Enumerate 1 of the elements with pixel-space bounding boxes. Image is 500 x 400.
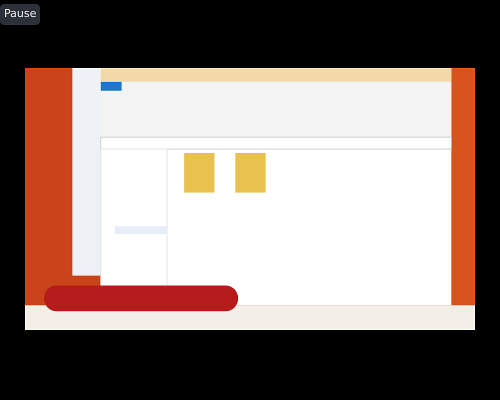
pause-button[interactable]: Pause (0, 4, 40, 24)
